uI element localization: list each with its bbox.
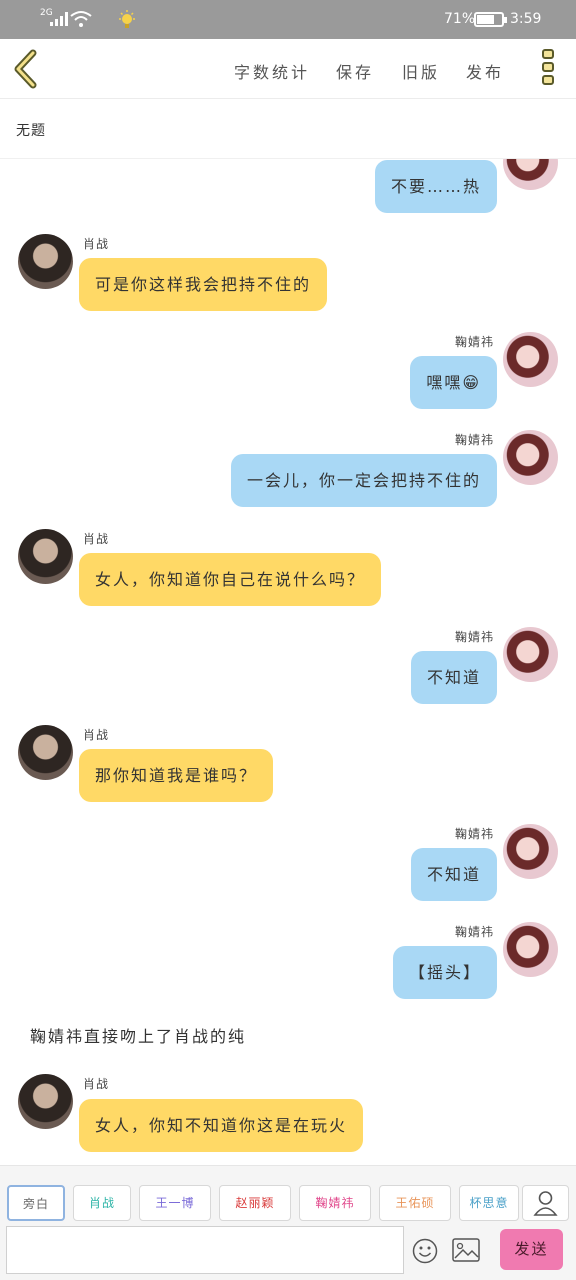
avatar[interactable] bbox=[18, 234, 73, 289]
toolbar: 字数统计 保存 旧版 发布 bbox=[0, 39, 576, 99]
speaker-name: 肖战 bbox=[83, 728, 110, 742]
speaker-name: 鞠婧祎 bbox=[454, 335, 494, 349]
avatar[interactable] bbox=[503, 922, 558, 977]
battery-fill bbox=[477, 15, 494, 24]
signal-icon bbox=[50, 12, 68, 26]
chat-area[interactable]: 不要……热 肖战 可是你这样我会把持不住的 鞠婧祎 嘿嘿😁 鞠婧祎 一会儿，你一… bbox=[0, 159, 576, 1165]
speaker-name: 鞠婧祎 bbox=[454, 827, 494, 841]
avatar[interactable] bbox=[503, 824, 558, 879]
character-button[interactable]: 王佑硕 bbox=[379, 1185, 451, 1221]
speaker-name: 肖战 bbox=[83, 1077, 110, 1091]
status-bar: 2G 71% 3:59 bbox=[0, 0, 576, 39]
speaker-name: 肖战 bbox=[83, 532, 110, 546]
lightbulb-icon bbox=[119, 10, 135, 28]
message-bubble[interactable]: 女人，你知道你自己在说什么吗？ bbox=[79, 553, 382, 606]
old-version-button[interactable]: 旧版 bbox=[402, 59, 440, 83]
message-bubble[interactable]: 可是你这样我会把持不住的 bbox=[79, 258, 328, 311]
avatar[interactable] bbox=[503, 332, 558, 387]
avatar[interactable] bbox=[503, 159, 558, 190]
message-bubble[interactable]: 不知道 bbox=[410, 848, 497, 901]
message-input[interactable] bbox=[6, 1226, 404, 1274]
character-button[interactable]: 赵丽颖 bbox=[219, 1185, 291, 1221]
avatar[interactable] bbox=[503, 430, 558, 485]
message-bubble[interactable]: 【摇头】 bbox=[392, 946, 497, 999]
send-button[interactable]: 发送 bbox=[500, 1229, 563, 1270]
publish-button[interactable]: 发布 bbox=[466, 59, 504, 83]
message-bubble[interactable]: 不知道 bbox=[410, 651, 497, 704]
message-bubble[interactable]: 女人，你知不知道你这是在玩火 bbox=[79, 1099, 364, 1152]
avatar[interactable] bbox=[503, 627, 558, 682]
person-icon[interactable] bbox=[522, 1185, 569, 1221]
character-button[interactable]: 鞠婧祎 bbox=[299, 1185, 371, 1221]
character-button[interactable]: 肖战 bbox=[73, 1185, 131, 1221]
speaker-name: 鞠婧祎 bbox=[454, 925, 494, 939]
battery-percent: 71% bbox=[444, 11, 476, 27]
image-icon[interactable] bbox=[452, 1238, 480, 1262]
emoji-icon[interactable] bbox=[412, 1238, 438, 1264]
character-button-narrator[interactable]: 旁白 bbox=[7, 1185, 65, 1221]
character-button[interactable]: 王一博 bbox=[139, 1185, 211, 1221]
speaker-name: 鞠婧祎 bbox=[454, 433, 494, 447]
narration-text[interactable]: 鞠婧祎直接吻上了肖战的纯 bbox=[30, 1023, 246, 1047]
chevron-left-icon[interactable] bbox=[8, 47, 48, 91]
wifi-icon bbox=[70, 11, 92, 27]
clock: 3:59 bbox=[510, 11, 542, 27]
menu-icon[interactable] bbox=[537, 49, 559, 89]
message-bubble[interactable]: 嘿嘿😁 bbox=[410, 356, 497, 409]
message-bubble[interactable]: 那你知道我是谁吗？ bbox=[79, 749, 274, 802]
composer-panel: 旁白 肖战 王一博 赵丽颖 鞠婧祎 王佑硕 杯思意 发送 bbox=[0, 1165, 576, 1280]
save-button[interactable]: 保存 bbox=[336, 59, 374, 83]
speaker-name: 鞠婧祎 bbox=[454, 630, 494, 644]
document-title[interactable]: 无题 bbox=[16, 120, 46, 140]
avatar[interactable] bbox=[18, 1074, 73, 1129]
character-button[interactable]: 杯思意 bbox=[459, 1185, 519, 1221]
avatar[interactable] bbox=[18, 529, 73, 584]
avatar[interactable] bbox=[18, 725, 73, 780]
message-bubble[interactable]: 一会儿，你一定会把持不住的 bbox=[230, 454, 497, 507]
message-bubble[interactable]: 不要……热 bbox=[374, 160, 497, 213]
battery-icon bbox=[474, 12, 507, 27]
word-count-button[interactable]: 字数统计 bbox=[234, 59, 310, 83]
speaker-name: 肖战 bbox=[83, 237, 110, 251]
